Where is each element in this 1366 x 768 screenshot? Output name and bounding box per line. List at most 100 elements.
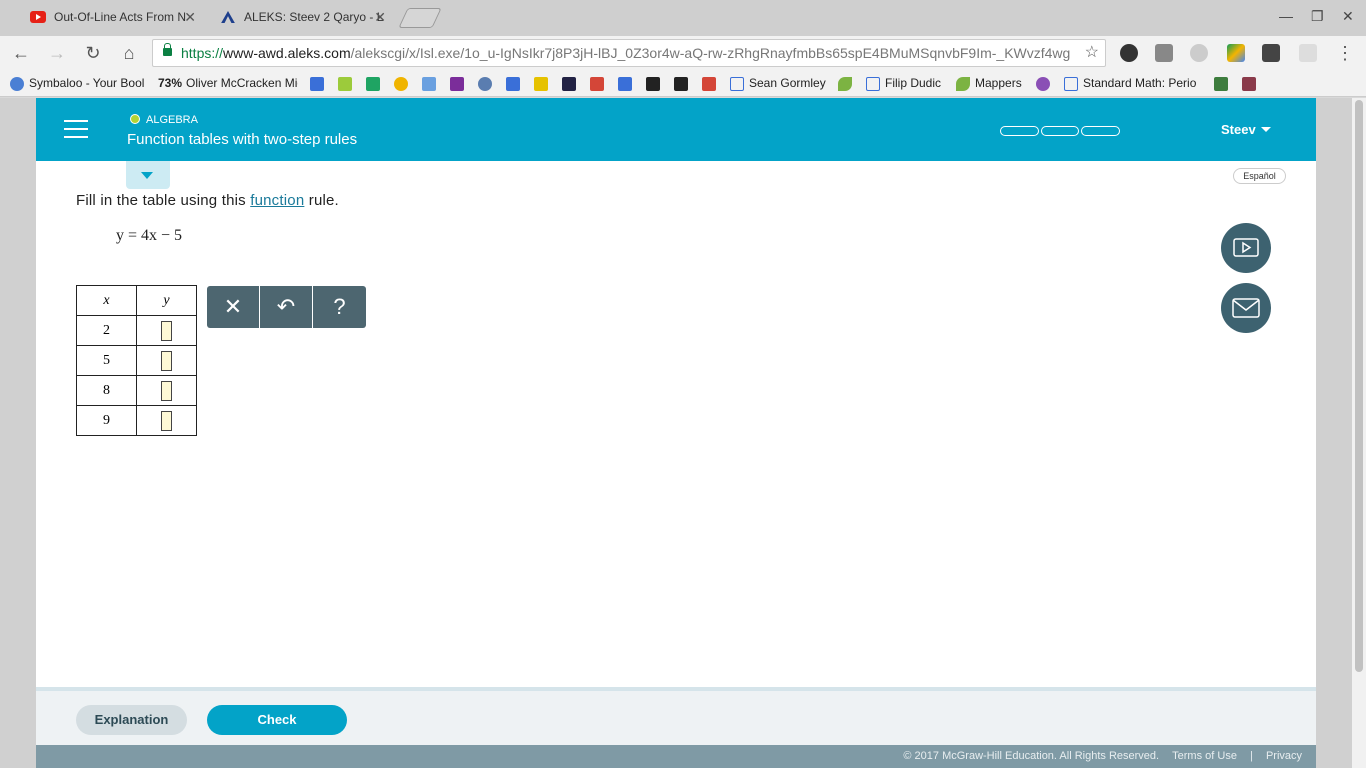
close-tab-icon[interactable]: ✕ xyxy=(184,2,196,32)
bookmark-image-icon[interactable] xyxy=(534,75,552,93)
bookmark-gmail-icon[interactable] xyxy=(590,75,608,93)
topic-category: ALGEBRA xyxy=(130,114,198,126)
bookmark-s-icon[interactable] xyxy=(1242,75,1260,93)
bookmark-mappers[interactable]: Mappers xyxy=(956,75,1036,93)
google-drive-icon[interactable] xyxy=(1227,44,1245,62)
y-column-header: y xyxy=(136,285,197,316)
window-close-button[interactable]: ✕ xyxy=(1342,8,1354,25)
bookmark-quizlet-icon[interactable] xyxy=(310,75,328,93)
extension-icon[interactable] xyxy=(1190,44,1208,62)
y-answer-input[interactable] xyxy=(161,350,172,371)
bookmark-map-icon[interactable] xyxy=(1214,75,1232,93)
url-host: www-awd.aleks.com xyxy=(223,45,351,61)
browser-tab-aleks[interactable]: ALEKS: Steev 2 Qaryo - L ✕ xyxy=(198,2,398,36)
x-value: 9 xyxy=(76,405,137,436)
browser-tab-youtube[interactable]: Out-Of-Line Acts From N ✕ xyxy=(8,2,208,36)
extension-icon[interactable] xyxy=(1299,44,1317,62)
topic-header: ALGEBRA Function tables with two-step ru… xyxy=(36,98,1316,161)
privacy-link[interactable]: Privacy xyxy=(1266,750,1302,762)
address-bar[interactable]: https://www-awd.aleks.com/alekscgi/x/Isl… xyxy=(152,39,1106,67)
bookmark-standard-math[interactable]: Standard Math: Perio xyxy=(1064,75,1204,93)
y-cell xyxy=(136,375,197,406)
bookmark-leaf-icon[interactable] xyxy=(838,75,856,93)
forward-arrow-icon[interactable]: → xyxy=(46,42,68,64)
bookmark-percent-icon[interactable] xyxy=(702,75,720,93)
terms-of-use-link[interactable]: Terms of Use xyxy=(1172,750,1237,762)
bookmark-ixl-icon[interactable] xyxy=(338,75,356,93)
extension-icon[interactable] xyxy=(1120,44,1138,62)
new-tab-button[interactable] xyxy=(398,8,442,28)
minimize-button[interactable]: — xyxy=(1279,8,1293,24)
bookmark-quizlet-icon[interactable] xyxy=(506,75,524,93)
extension-icon[interactable] xyxy=(1155,44,1173,62)
bookmark-oliver[interactable]: 73% Oliver McCracken Mid xyxy=(158,75,298,93)
bookmark-star-icon[interactable]: ☆ xyxy=(1085,40,1099,66)
bookmark-p-icon[interactable] xyxy=(646,75,664,93)
message-button[interactable] xyxy=(1221,283,1271,333)
aleks-logo-icon xyxy=(221,11,235,23)
caret-down-icon xyxy=(1260,127,1271,132)
youtube-icon xyxy=(30,11,46,23)
table-row: 9 xyxy=(76,405,197,436)
y-cell xyxy=(136,315,197,346)
hamburger-menu-icon[interactable] xyxy=(64,120,88,138)
y-answer-input[interactable] xyxy=(161,380,172,401)
aleks-app: ALGEBRA Function tables with two-step ru… xyxy=(36,98,1316,768)
video-button[interactable] xyxy=(1221,223,1271,273)
video-play-icon xyxy=(1233,238,1259,257)
close-tab-icon[interactable]: ✕ xyxy=(374,2,386,32)
x-value: 8 xyxy=(76,375,137,406)
table-row: 2 xyxy=(76,315,197,346)
status-dot-icon xyxy=(130,114,140,124)
copyright-text: © 2017 McGraw-Hill Education. All Rights… xyxy=(903,750,1160,762)
bookmark-drive-icon[interactable] xyxy=(366,75,384,93)
help-button[interactable]: ? xyxy=(313,286,366,328)
x-value: 5 xyxy=(76,345,137,376)
scrollbar-thumb[interactable] xyxy=(1355,100,1363,672)
function-table: x y 2 5 8 9 xyxy=(76,285,197,436)
bookmark-kahoot-icon[interactable] xyxy=(450,75,468,93)
bookmark-ring-icon[interactable] xyxy=(1036,75,1054,93)
restore-button[interactable]: ❐ xyxy=(1311,8,1324,25)
tab-title: Out-Of-Line Acts From N xyxy=(54,10,187,24)
bookmark-filip-dudic[interactable]: Filip Dudic xyxy=(866,75,956,93)
undo-button[interactable]: ↶ xyxy=(260,286,313,328)
y-cell xyxy=(136,345,197,376)
page-scrollbar[interactable] xyxy=(1352,98,1366,768)
bookmark-sean-gormley[interactable]: Sean Gormley xyxy=(730,75,840,93)
lock-icon xyxy=(163,43,172,56)
y-answer-input[interactable] xyxy=(161,320,172,341)
url-path: /alekscgi/x/Isl.exe/1o_u-IgNsIkr7j8P3jH-… xyxy=(350,45,1071,61)
collapse-header-tab[interactable] xyxy=(126,161,170,189)
check-button[interactable]: Check xyxy=(207,705,347,735)
bookmark-p-icon[interactable] xyxy=(674,75,692,93)
language-toggle-button[interactable]: Español xyxy=(1233,168,1286,184)
function-definition-link[interactable]: function xyxy=(250,192,304,209)
topic-title: Function tables with two-step rules xyxy=(127,131,358,148)
bookmark-globe-icon[interactable] xyxy=(478,75,496,93)
bookmark-star-icon[interactable] xyxy=(562,75,580,93)
extension-icon[interactable] xyxy=(1262,44,1280,62)
explanation-button[interactable]: Explanation xyxy=(76,705,187,735)
clear-button[interactable]: ✕ xyxy=(207,286,260,328)
bookmark-circle-icon[interactable] xyxy=(394,75,412,93)
user-menu[interactable]: Steev xyxy=(1221,122,1271,137)
y-answer-input[interactable] xyxy=(161,410,172,431)
table-row: 8 xyxy=(76,375,197,406)
bookmark-flower-icon[interactable] xyxy=(422,75,440,93)
page-icon xyxy=(730,76,744,91)
back-arrow-icon[interactable]: ← xyxy=(10,42,32,64)
symbaloo-icon xyxy=(10,76,24,91)
answer-tools: ✕ ↶ ? xyxy=(207,286,366,328)
copyright-bar: © 2017 McGraw-Hill Education. All Rights… xyxy=(36,745,1316,768)
menu-kebab-icon[interactable]: ⋮ xyxy=(1334,42,1356,64)
reload-icon[interactable]: ↻ xyxy=(82,42,104,64)
bookmark-docs-icon[interactable] xyxy=(618,75,636,93)
page-icon xyxy=(866,76,880,91)
url-scheme: https:// xyxy=(181,45,224,61)
x-column-header: x xyxy=(76,285,137,316)
footer-separator: | xyxy=(1250,750,1253,762)
browser-toolbar: ← → ↻ ⌂ https://www-awd.aleks.com/aleksc… xyxy=(0,36,1366,70)
bookmark-symbaloo[interactable]: Symbaloo - Your Bool xyxy=(10,75,150,93)
home-icon[interactable]: ⌂ xyxy=(118,42,140,64)
